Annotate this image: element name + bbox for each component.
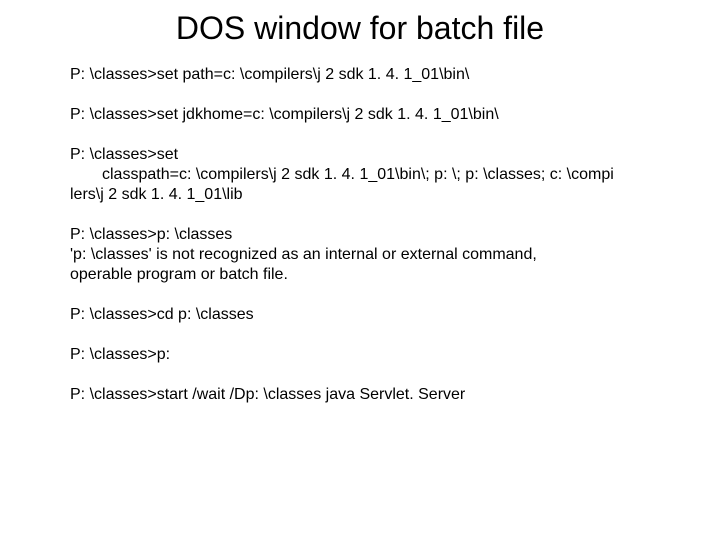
page-title: DOS window for batch file [70,10,650,47]
command-block: P: \classes>set path=c: \compilers\j 2 s… [70,65,650,85]
command-line: P: \classes>set [70,145,650,165]
command-line: P: \classes>p: \classes [70,225,650,245]
command-line: P: \classes>set path=c: \compilers\j 2 s… [70,65,650,85]
command-block: P: \classes>set classpath=c: \compilers\… [70,145,650,205]
command-line: P: \classes>set jdkhome=c: \compilers\j … [70,105,650,125]
command-block: P: \classes>set jdkhome=c: \compilers\j … [70,105,650,125]
error-line: operable program or batch file. [70,265,650,285]
dos-output: P: \classes>set path=c: \compilers\j 2 s… [70,65,650,405]
command-line: P: \classes>cd p: \classes [70,305,650,325]
command-block: P: \classes>p: [70,345,650,365]
command-block: P: \classes>p: \classes 'p: \classes' is… [70,225,650,285]
command-line-continuation: classpath=c: \compilers\j 2 sdk 1. 4. 1_… [70,165,650,185]
command-block: P: \classes>cd p: \classes [70,305,650,325]
command-block: P: \classes>start /wait /Dp: \classes ja… [70,385,650,405]
command-line: P: \classes>p: [70,345,650,365]
error-line: 'p: \classes' is not recognized as an in… [70,245,650,265]
command-line: P: \classes>start /wait /Dp: \classes ja… [70,385,650,405]
command-line-continuation: lers\j 2 sdk 1. 4. 1_01\lib [70,185,650,205]
